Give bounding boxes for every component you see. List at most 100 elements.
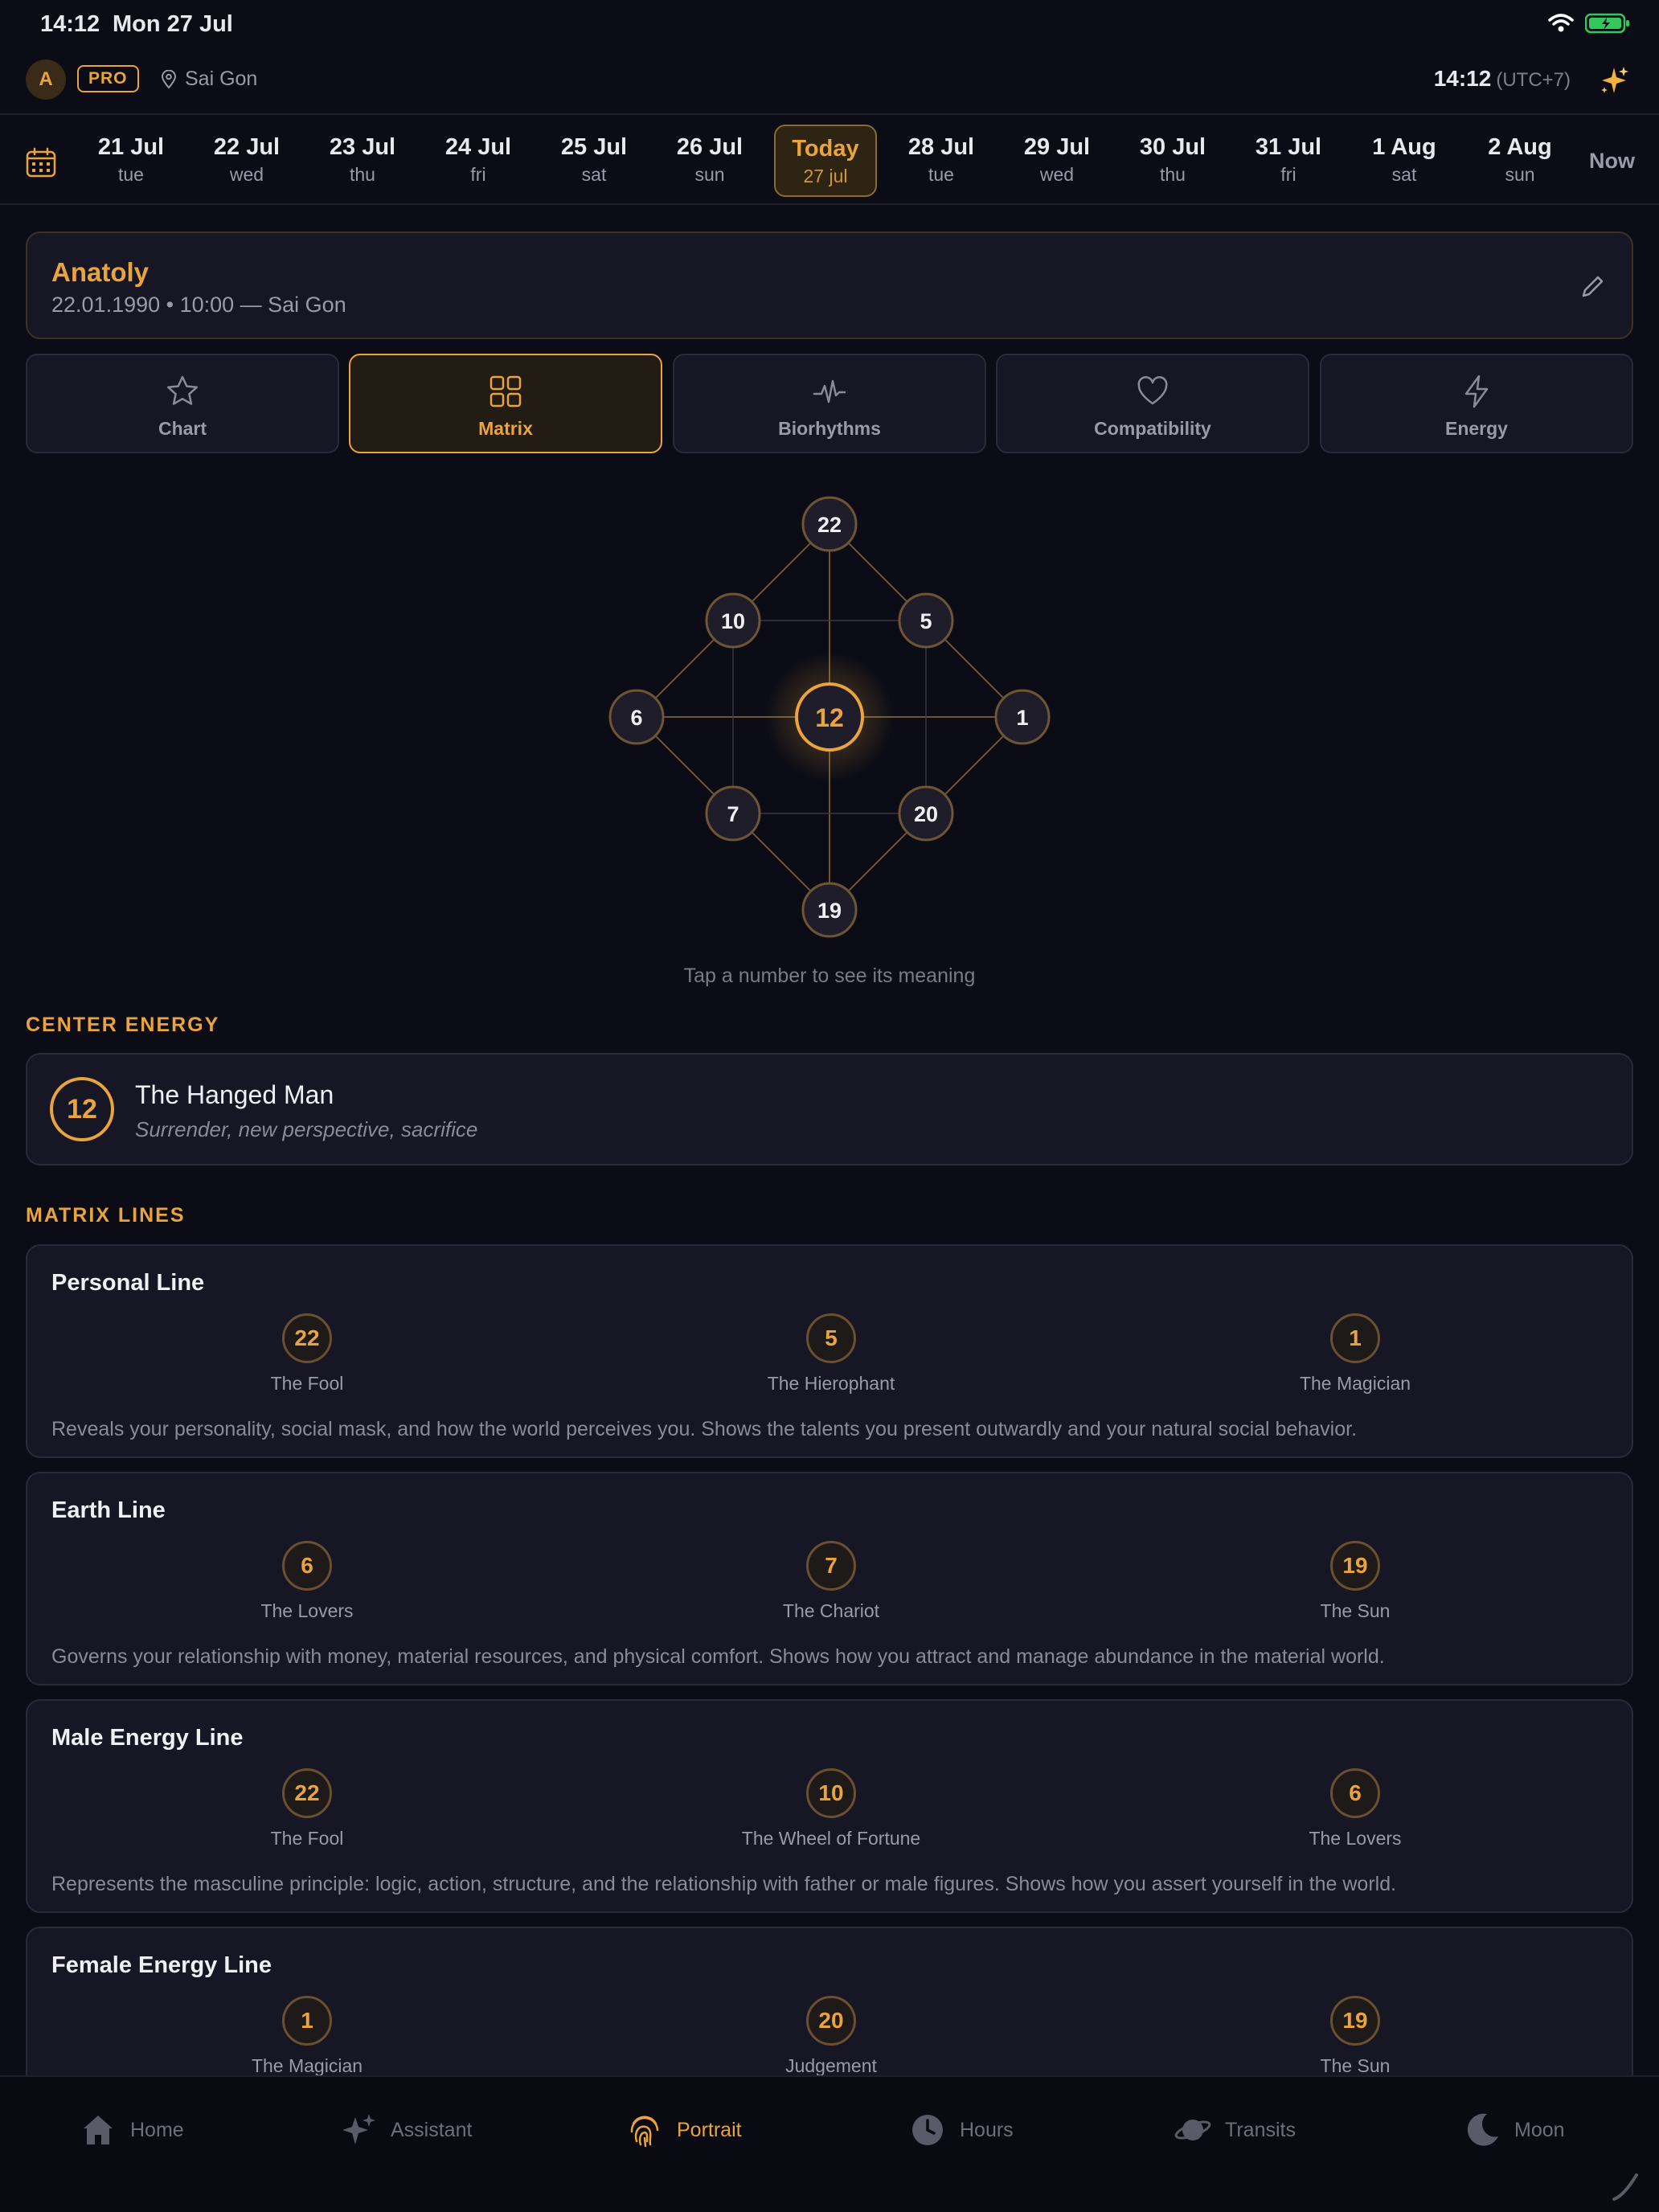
day-label: 26 Jul [676, 134, 743, 160]
day-21-jul[interactable]: 21 Jul tue [80, 125, 182, 197]
home-icon [84, 2116, 113, 2144]
arcana-item[interactable]: 5 The Hierophant [711, 1313, 952, 1395]
sparkle-button[interactable] [1595, 61, 1633, 100]
matrix-node-center[interactable]: 12 [795, 682, 864, 752]
nav-transits[interactable]: Transits [1174, 2111, 1296, 2149]
pro-badge[interactable]: PRO [77, 65, 139, 92]
nav-hours[interactable]: Hours [908, 2111, 1014, 2149]
clock-utc: (UTC+7) [1496, 69, 1571, 91]
arcana-item[interactable]: 22 The Fool [186, 1768, 428, 1849]
line-card-male-energy[interactable]: Male Energy Line 22 The Fool 10 The Wheel … [26, 1699, 1633, 1913]
star-icon [166, 375, 199, 405]
arcana-item[interactable]: 19 The Sun [1235, 1996, 1476, 2077]
status-icons [1548, 13, 1630, 34]
day-label: 1 Aug [1372, 134, 1436, 160]
location-pin-icon [161, 69, 177, 89]
day-26-jul[interactable]: 26 Jul sun [658, 125, 761, 197]
day-29-jul[interactable]: 29 Jul wed [1006, 125, 1108, 197]
nav-moon[interactable]: Moon [1463, 2111, 1565, 2149]
matrix-node-lower-right[interactable]: 20 [898, 785, 954, 842]
day-label: Today [792, 136, 859, 162]
matrix-value: 19 [817, 899, 842, 923]
arcana-item[interactable]: 20 Judgement [711, 1996, 952, 2077]
tab-biorhythms[interactable]: Biorhythms [673, 354, 986, 453]
bottom-nav: Home Assistant Portrait Hours Transits M… [0, 2075, 1659, 2212]
day-28-jul[interactable]: 28 Jul tue [890, 125, 993, 197]
sparkle-icon [1601, 67, 1628, 93]
matrix-node-upper-right[interactable]: 5 [898, 592, 954, 649]
arcana-number: 19 [1330, 1541, 1380, 1591]
day-label: 23 Jul [329, 134, 396, 160]
day-22-jul[interactable]: 22 Jul wed [195, 125, 298, 197]
nav-home[interactable]: Home [79, 2111, 184, 2149]
center-energy-card[interactable]: 12 The Hanged Man Surrender, new perspec… [26, 1053, 1633, 1165]
arcana-item[interactable]: 1 The Magician [186, 1996, 428, 2077]
line-title: Female Energy Line [51, 1952, 272, 1978]
date-strip: 21 Jul tue 22 Jul wed 23 Jul thu 24 Jul fri … [0, 113, 1659, 205]
matrix-lines-title: MATRIX LINES [26, 1204, 186, 1227]
line-title: Personal Line [51, 1270, 205, 1296]
tab-compatibility[interactable]: Compatibility [996, 354, 1309, 453]
tab-matrix[interactable]: Matrix [349, 354, 662, 453]
profile-name: Anatoly [51, 257, 150, 287]
center-energy-number: 12 [50, 1077, 114, 1141]
arcana-number: 20 [806, 1996, 856, 2046]
matrix-node-upper-left[interactable]: 10 [705, 592, 761, 649]
location[interactable]: Sai Gon [161, 68, 257, 91]
nav-assistant[interactable]: Assistant [339, 2111, 472, 2149]
matrix-node-right[interactable]: 1 [994, 689, 1051, 745]
matrix-value: 12 [815, 703, 844, 732]
day-30-jul[interactable]: 30 Jul thu [1121, 125, 1224, 197]
arcana-number: 6 [1330, 1768, 1380, 1818]
arcana-item[interactable]: 1 The Magician [1235, 1313, 1476, 1395]
arcana-item[interactable]: 6 The Lovers [1235, 1768, 1476, 1849]
arcana-item[interactable]: 7 The Chariot [711, 1541, 952, 1622]
nav-label: Transits [1225, 2118, 1296, 2141]
status-date: Mon 27 Jul [113, 11, 233, 37]
day-24-jul[interactable]: 24 Jul fri [427, 125, 530, 197]
arcana-name: The Lovers [260, 1600, 354, 1621]
matrix-value: 1 [1016, 706, 1028, 730]
avatar[interactable]: A [26, 59, 66, 100]
now-button[interactable]: Now [1589, 149, 1635, 174]
clock-icon [912, 2115, 943, 2145]
day-label: 30 Jul [1139, 134, 1206, 160]
arcana-number: 22 [282, 1768, 332, 1818]
day-1-aug[interactable]: 1 Aug sat [1353, 125, 1456, 197]
day-2-aug[interactable]: 2 Aug sun [1469, 125, 1571, 197]
matrix-node-bottom[interactable]: 19 [801, 882, 858, 938]
calendar-icon[interactable] [24, 145, 58, 179]
clock-time: 14:12 [1433, 66, 1492, 91]
arcana-name: The Wheel of Fortune [741, 1828, 921, 1849]
matrix-value: 6 [630, 706, 642, 730]
matrix-node-left[interactable]: 6 [608, 689, 665, 745]
day-23-jul[interactable]: 23 Jul thu [311, 125, 414, 197]
day-25-jul[interactable]: 25 Jul sat [543, 125, 645, 197]
arcana-number: 19 [1330, 1996, 1380, 2046]
tab-energy[interactable]: Energy [1320, 354, 1633, 453]
nav-portrait[interactable]: Portrait [625, 2111, 742, 2149]
day-weekday: tue [928, 164, 954, 185]
day-31-jul[interactable]: 31 Jul fri [1237, 125, 1340, 197]
matrix-node-top[interactable]: 22 [801, 496, 858, 552]
line-card-personal[interactable]: Personal Line 22 The Fool 5 The Hierophant… [26, 1244, 1633, 1458]
arcana-item[interactable]: 6 The Lovers [186, 1541, 428, 1622]
day-weekday: wed [229, 164, 264, 185]
matrix-node-lower-left[interactable]: 7 [705, 785, 761, 842]
arcana-item[interactable]: 22 The Fool [186, 1313, 428, 1395]
profile-card[interactable]: Anatoly 22.01.1990 • 10:00 — Sai Gon [26, 231, 1633, 339]
pencil-icon[interactable] [1577, 272, 1608, 302]
day-label: 29 Jul [1023, 134, 1091, 160]
day-weekday: 27 jul [803, 166, 848, 186]
matrix-value: 10 [721, 609, 745, 633]
arcana-name: Judgement [785, 2055, 877, 2076]
line-title: Male Energy Line [51, 1725, 244, 1751]
status-bar: 14:12 Mon 27 Jul [0, 0, 1659, 51]
arcana-item[interactable]: 10 The Wheel of Fortune [711, 1768, 952, 1849]
matrix-value: 5 [920, 609, 932, 633]
day-weekday: sun [694, 164, 725, 185]
tab-chart[interactable]: Chart [26, 354, 339, 453]
arcana-item[interactable]: 19 The Sun [1235, 1541, 1476, 1622]
line-card-earth[interactable]: Earth Line 6 The Lovers 7 The Chariot 19 Th… [26, 1472, 1633, 1686]
day-today[interactable]: Today 27 jul [774, 125, 877, 197]
